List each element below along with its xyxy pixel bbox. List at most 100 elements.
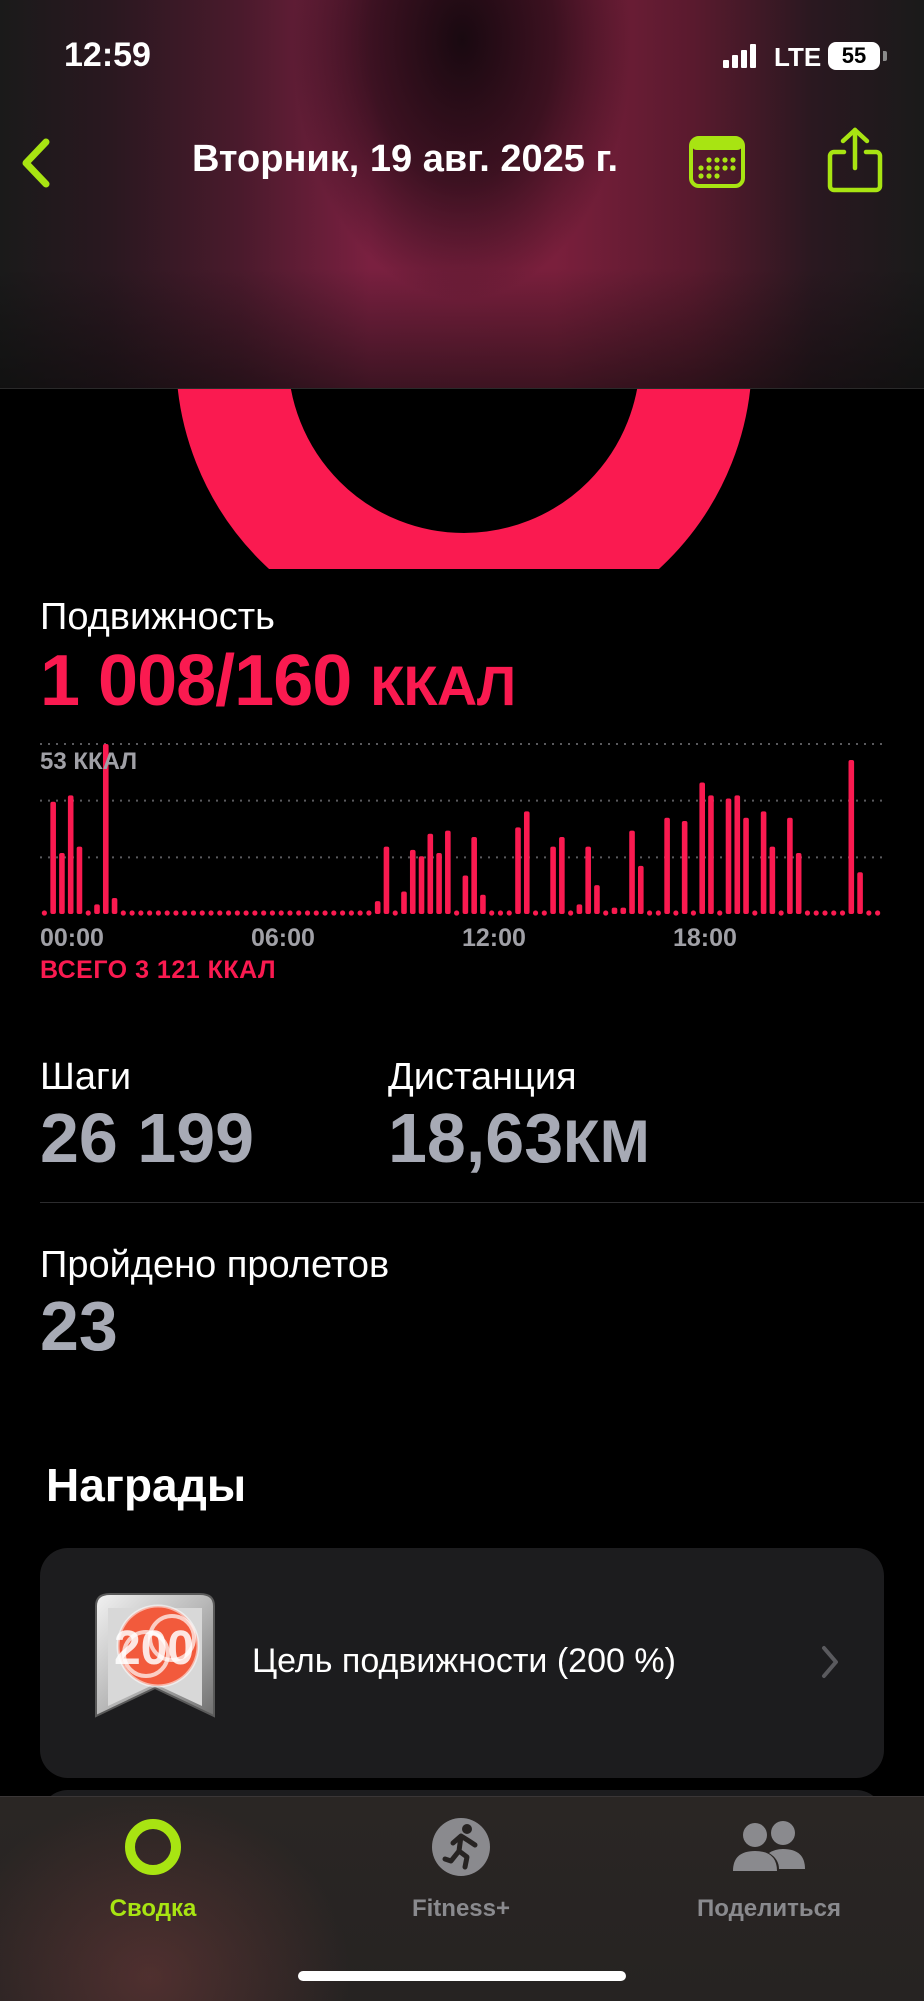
chart-bar — [287, 910, 293, 916]
award-card[interactable]: 200 Цель подвижности (200 %) — [40, 1548, 884, 1778]
home-indicator[interactable] — [298, 1971, 626, 1981]
chart-bar — [190, 910, 197, 916]
status-time: 12:59 — [64, 36, 151, 74]
move-goal-badge-icon: 200 — [95, 1593, 215, 1718]
chart-bar — [243, 910, 249, 916]
distance-value: 18,63КМ — [388, 1098, 650, 1178]
chart-bar — [182, 910, 188, 916]
chart-bar — [76, 846, 83, 914]
flights-value: 23 — [40, 1287, 118, 1365]
chart-bar — [392, 910, 398, 916]
chart-bar — [673, 910, 679, 916]
chart-bar — [760, 811, 767, 914]
chart-bar — [655, 910, 661, 916]
chart-bar — [331, 910, 337, 916]
chart-bar — [418, 856, 425, 914]
move-value: 1 008/160 ККАЛ — [40, 640, 516, 722]
chart-bar — [366, 910, 372, 916]
tab-bar: Сводка Fitness+ Поделиться — [0, 1796, 924, 2001]
chart-bar — [664, 817, 670, 914]
chevron-right-icon — [822, 1646, 838, 1678]
chart-bar — [199, 910, 205, 916]
chart-bar — [646, 910, 653, 916]
chart-bar — [795, 853, 802, 914]
chart-bar — [497, 910, 504, 916]
chart-bar — [41, 910, 47, 916]
chart-bar — [541, 910, 547, 916]
steps-value: 26 199 — [40, 1099, 255, 1177]
battery-icon: 55 — [828, 42, 880, 70]
flights-label: Пройдено пролетов — [40, 1244, 390, 1286]
chart-bar — [734, 795, 741, 914]
chart-tick-label: 18:00 — [673, 924, 737, 952]
tab-sharing[interactable]: Поделиться — [649, 1815, 889, 1935]
move-chart — [40, 743, 882, 916]
awards-heading: Награды — [46, 1459, 247, 1511]
chart-bar — [515, 827, 521, 914]
chart-bar — [454, 910, 460, 916]
chart-bar — [532, 910, 539, 916]
chart-bar — [374, 901, 381, 914]
stats-divider — [40, 1202, 924, 1203]
chart-bar — [94, 904, 100, 914]
people-icon — [733, 1821, 805, 1871]
chart-bar — [471, 837, 477, 914]
chart-bar — [681, 820, 688, 914]
chart-bar — [59, 853, 65, 914]
chart-bar — [120, 910, 126, 916]
chart-bar — [629, 830, 635, 914]
chart-bar — [322, 910, 328, 916]
tab-summary[interactable]: Сводка — [33, 1815, 273, 1935]
chart-bar — [155, 910, 162, 916]
battery-cap — [883, 51, 887, 61]
chart-bar — [839, 910, 846, 916]
chart-bar — [278, 910, 284, 916]
chart-tick-label: 06:00 — [251, 924, 315, 952]
tab-label: Поделиться — [696, 1895, 842, 1922]
chart-bar — [769, 846, 776, 914]
tab-label: Fitness+ — [411, 1895, 511, 1922]
chart-bar — [611, 907, 618, 914]
chart-total: ВСЕГО 3 121 ККАЛ — [40, 956, 276, 984]
share-button[interactable] — [826, 126, 884, 194]
steps-label: Шаги — [40, 1056, 132, 1098]
chart-bar — [252, 910, 258, 916]
chart-bar — [594, 885, 600, 914]
chart-bar — [506, 910, 512, 916]
chart-bar — [480, 894, 486, 914]
chart-bar — [804, 910, 811, 916]
cellular-signal-icon — [723, 44, 757, 68]
tab-fitness-plus[interactable]: Fitness+ — [341, 1815, 581, 1935]
chart-bar — [638, 865, 644, 914]
chart-bar — [866, 910, 872, 916]
chart-bar — [523, 811, 530, 914]
tab-label: Сводка — [109, 1895, 197, 1922]
chart-bar — [313, 910, 319, 916]
distance-number: 18,63 — [388, 1099, 564, 1177]
distance-unit: КМ — [563, 1108, 650, 1175]
calendar-button[interactable] — [689, 136, 745, 188]
chart-bar — [296, 910, 302, 916]
chart-bar — [725, 798, 732, 914]
share-icon — [827, 127, 883, 193]
chart-bar — [778, 910, 784, 916]
chart-bar — [576, 904, 583, 914]
chart-bar — [217, 910, 223, 916]
chart-bar — [550, 846, 556, 914]
chart-max-label: 53 ККАЛ — [40, 748, 138, 775]
chart-bar — [708, 795, 714, 914]
chart-bar — [699, 782, 705, 914]
chart-bar — [489, 910, 495, 916]
page-title: Вторник, 19 авг. 2025 г. — [191, 138, 619, 180]
chart-bar — [269, 910, 276, 916]
chart-bar — [383, 846, 390, 914]
distance-label: Дистанция — [388, 1056, 577, 1098]
chart-bar — [848, 760, 855, 914]
chart-bar — [261, 910, 267, 916]
chart-bar — [462, 875, 469, 914]
chart-bar — [875, 910, 881, 916]
chart-tick-label: 12:00 — [462, 924, 526, 952]
chart-bar — [348, 910, 354, 916]
move-ring — [176, 389, 752, 569]
chart-bar — [822, 910, 828, 916]
